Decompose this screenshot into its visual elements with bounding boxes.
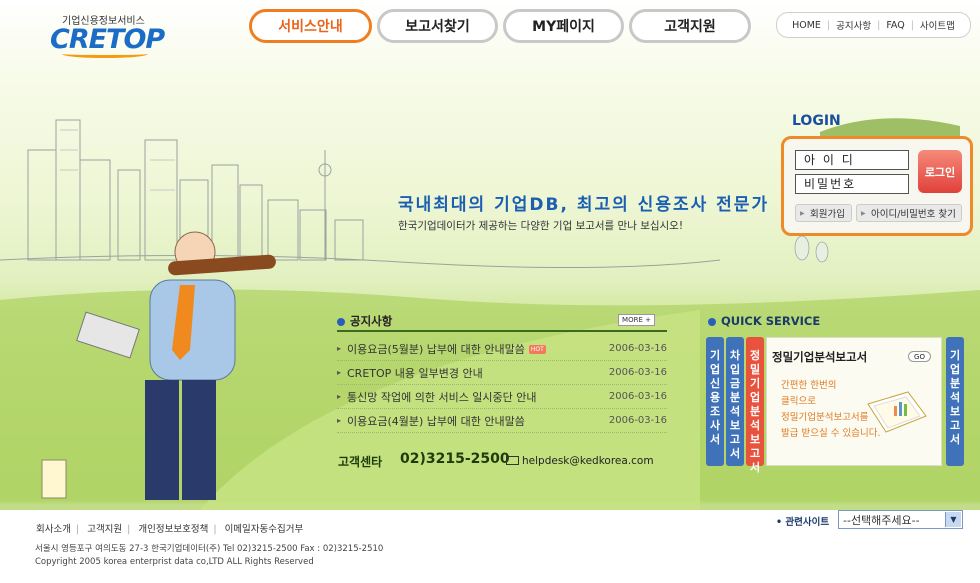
divider [337,330,667,332]
nav-my-page[interactable]: MY페이지 [503,9,624,43]
util-home[interactable]: HOME [792,20,821,31]
notice-item-title: 이용요금(4월분) 납부에 대한 안내말씀 [347,414,525,428]
quick-service-text: QUICK SERVICE [721,314,821,328]
util-sitemap[interactable]: 사이트맵 [920,18,955,32]
page: 기업신용정보서비스 CRETOP 서비스안내 보고서찾기 MY페이지 고객지원 … [0,0,980,583]
divider: | [127,524,131,535]
quick-tab-label: 차입금분석보고서 [729,349,741,460]
nav-report-search[interactable]: 보고서찾기 [377,9,498,43]
go-button[interactable]: GO [908,351,931,362]
notice-item-title: 통신망 작업에 의한 서비스 일시중단 안내 [347,390,537,404]
notice-item-date: 2006-03-16 [608,391,667,402]
more-button[interactable]: MORE + [618,314,655,326]
hero-subtext: 한국기업데이터가 제공하는 다양한 기업 보고서를 만나 보십시오! [398,220,684,232]
divider: | [910,19,914,31]
util-notice[interactable]: 공지사항 [836,18,871,32]
notice-item-date: 2006-03-16 [608,343,667,354]
email-text: helpdesk@kedkorea.com [522,455,654,467]
divider: | [826,19,831,31]
mail-icon [506,456,519,465]
notice-item[interactable]: ▸ 이용요금(5월분) 납부에 대한 안내말씀 HOT 2006-03-16 [337,337,667,361]
footer-link-email-policy[interactable]: 이메일자동수집거부 [225,524,304,535]
footer-link-support[interactable]: 고객지원 [87,524,122,535]
quick-tab-label: 정밀기업분석보고서 [749,349,761,474]
login-id-field[interactable]: 아 이 디 [795,150,909,170]
footer-copyright: Copyright 2005 korea enterprist data co,… [35,557,314,567]
select-value: --선택해주세요-- [843,513,920,527]
join-button[interactable]: 회원가입 [795,204,852,222]
notice-item[interactable]: ▸ 통신망 작업에 의한 서비스 일시중단 안내 2006-03-16 [337,385,667,409]
login-password-field[interactable]: 비밀번호 [795,174,909,194]
arrow-icon: ▸ [337,416,342,425]
bullet-icon [337,317,345,326]
logo-swoosh [62,50,148,58]
report-document-icon [867,391,927,433]
divider: | [75,524,80,535]
arrow-icon: ▸ [337,368,342,377]
quick-tab-detailed-report[interactable]: 정밀기업분석보고서 [746,337,764,474]
footer-address: 서울시 영등포구 여의도동 27-3 한국기업데이터(주) Tel 02)321… [35,544,384,554]
related-sites-label: • 관련사이트 [776,517,830,528]
related-sites-text: 관련사이트 [785,517,830,528]
notice-title-text: 공지사항 [350,314,393,328]
footer-links: 회사소개 | 고객지원 | 개인정보보호정책 | 이메일자동수집거부 [36,521,303,535]
quick-service-title: QUICK SERVICE [708,314,820,328]
hero-slogan: 국내최대의 기업DB, 최고의 신용조사 전문가 [398,195,770,215]
utility-links: HOME | 공지사항 | FAQ | 사이트맵 [776,12,971,38]
login-title: LOGIN [792,113,841,129]
notice-item-title: 이용요금(5월분) 납부에 대한 안내말씀 HOT [347,341,603,357]
notice-item-date: 2006-03-16 [608,415,667,426]
notice-section-title: 공지사항 [337,313,392,329]
chevron-down-icon[interactable]: ▼ [945,512,961,527]
customer-center-label: 고객센타 [338,455,383,469]
quick-panel-title: 정밀기업분석보고서 [772,350,868,364]
notice-item[interactable]: ▸ CRETOP 내용 일부변경 안내 2006-03-16 [337,361,667,385]
quick-tab-label: 기업신용조사서 [709,349,721,446]
footer-address-block: 서울시 영등포구 여의도동 27-3 한국기업데이터(주) Tel 02)321… [35,543,383,569]
nav-service-guide[interactable]: 서비스안내 [249,9,372,43]
util-faq[interactable]: FAQ [886,20,904,31]
quick-tab-borrowing-report[interactable]: 차입금분석보고서 [726,337,744,466]
login-button[interactable]: 로그인 [918,150,962,193]
notice-item[interactable]: ▸ 이용요금(4월분) 납부에 대한 안내말씀 2006-03-16 [337,409,667,433]
notice-item-title: CRETOP 내용 일부변경 안내 [347,366,483,380]
divider: | [213,524,217,535]
notice-item-date: 2006-03-16 [608,367,667,378]
related-sites-select[interactable]: --선택해주세요-- ▼ [838,510,963,529]
quick-tab-label: 기업분석보고서 [949,349,961,446]
arrow-icon: ▸ [337,344,342,353]
footer-link-company[interactable]: 회사소개 [36,524,71,535]
quick-tab-credit-report[interactable]: 기업신용조사서 [706,337,724,466]
bullet-icon [708,317,716,326]
customer-center-phone: 02)3215-2500 [400,451,510,467]
footer-link-privacy[interactable]: 개인정보보호정책 [138,524,208,535]
divider: | [877,19,881,31]
arrow-icon: ▸ [337,392,342,401]
customer-center-email[interactable]: helpdesk@kedkorea.com [506,455,654,467]
notice-item-text: 이용요금(5월분) 납부에 대한 안내말씀 [347,342,525,356]
find-account-button[interactable]: 아이디/비밀번호 찾기 [856,204,962,222]
hot-badge: HOT [528,345,546,354]
quick-tab-analysis-report[interactable]: 기업분석보고서 [946,337,964,466]
nav-customer-support[interactable]: 고객지원 [629,9,751,43]
